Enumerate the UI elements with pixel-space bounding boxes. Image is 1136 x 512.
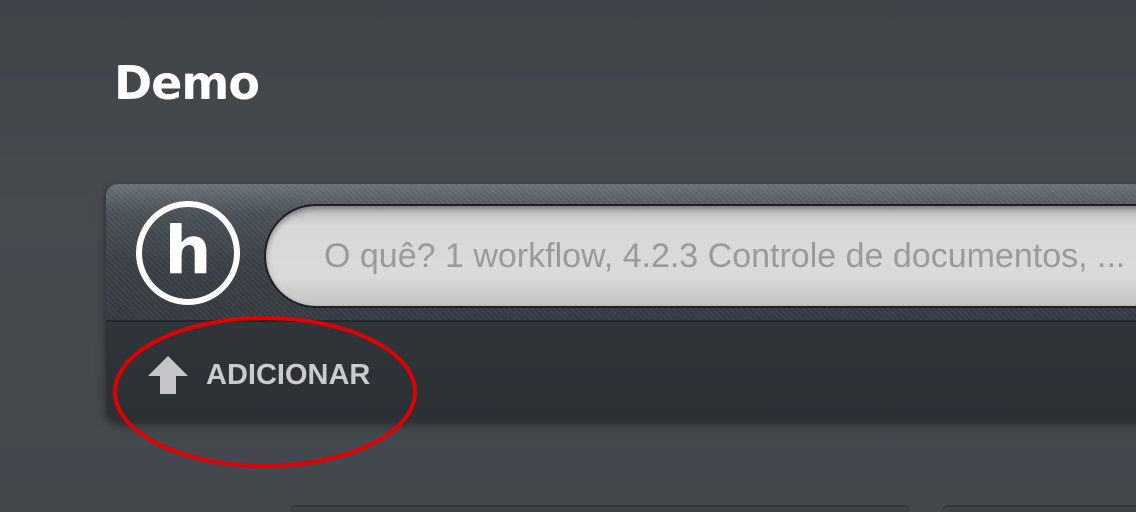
lower-panel-left-edge bbox=[290, 505, 910, 512]
add-button[interactable]: ADICIONAR bbox=[146, 354, 370, 396]
search-header: h bbox=[106, 184, 1136, 322]
page-title: Demo bbox=[114, 56, 260, 110]
action-bar: ADICIONAR bbox=[106, 322, 1136, 420]
search-input[interactable] bbox=[266, 206, 1136, 306]
search-panel: h ADICIONAR bbox=[106, 184, 1136, 420]
page: Demo h ADICIONAR bbox=[0, 0, 1136, 512]
logo[interactable]: h bbox=[136, 201, 240, 305]
upload-arrow-icon bbox=[146, 354, 190, 396]
add-button-label: ADICIONAR bbox=[206, 358, 371, 391]
h-logo-icon: h bbox=[164, 212, 212, 289]
lower-panel-right-edge bbox=[942, 505, 1136, 512]
search-field[interactable] bbox=[264, 204, 1136, 308]
